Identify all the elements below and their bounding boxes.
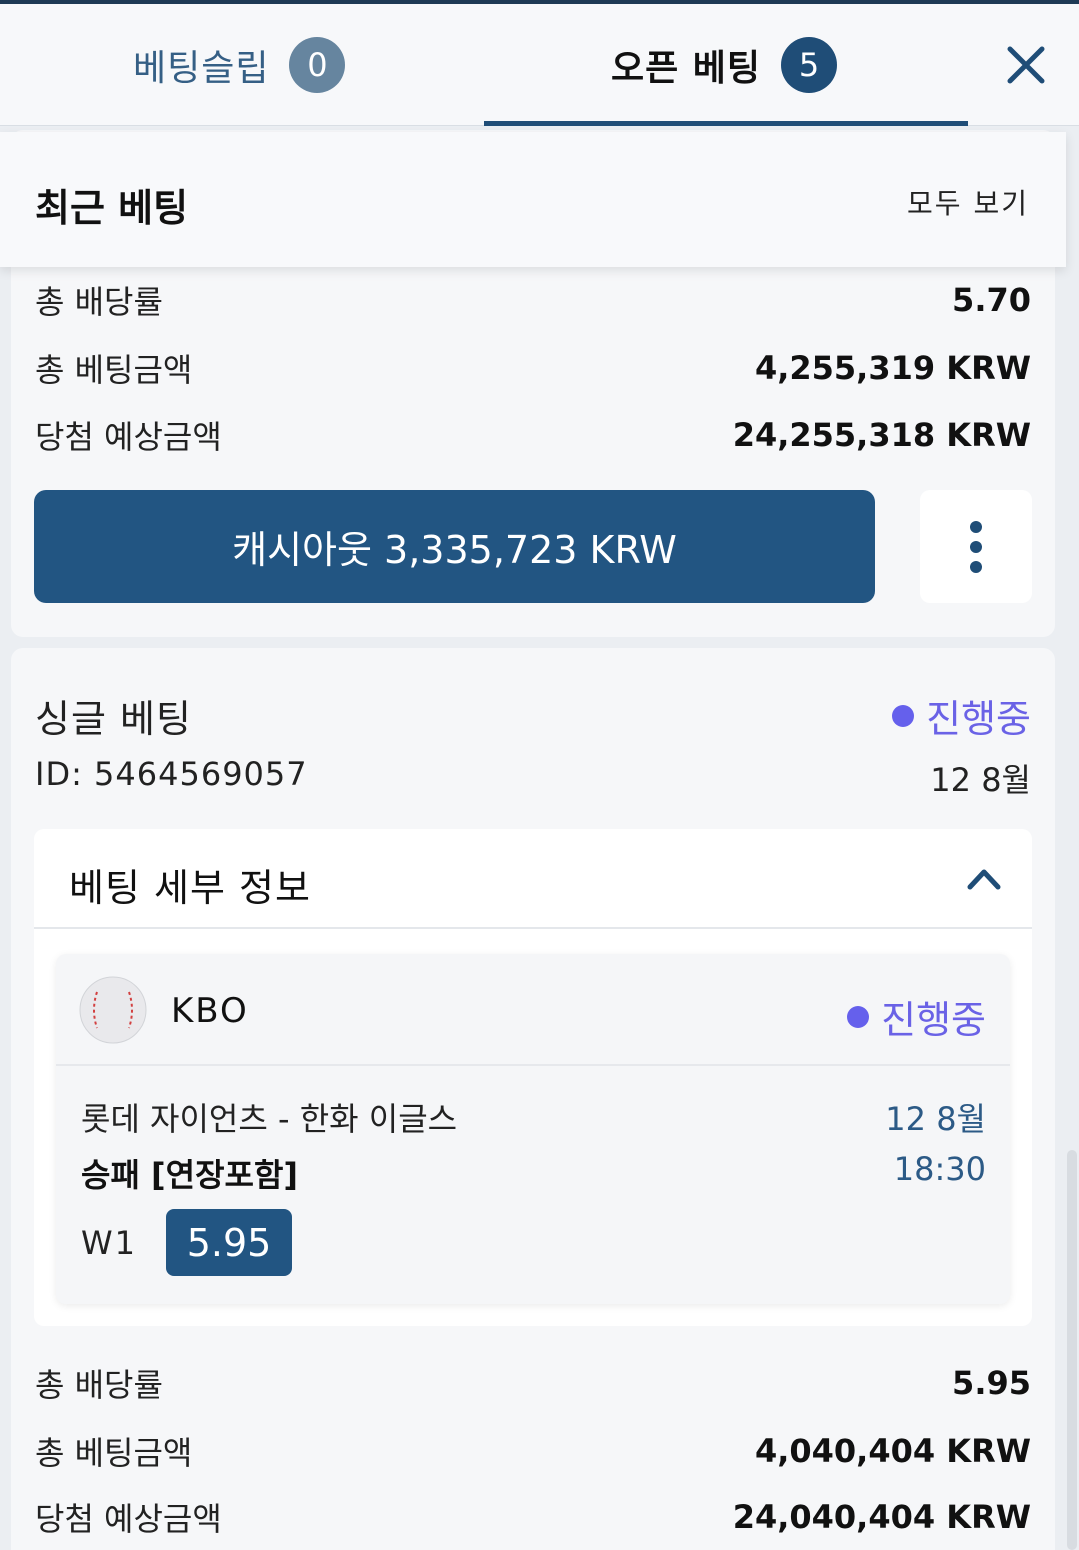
event-date: 12 8월 [885,1100,986,1138]
total-odds-value: 5.70 [952,281,1031,319]
baseball-icon [79,976,147,1044]
total-odds-label: 총 배당률 [35,1366,163,1404]
scrollbar[interactable] [1067,1150,1077,1550]
close-icon [1007,46,1045,84]
status-dot-icon [847,1005,870,1028]
tab-betslip-count: 0 [289,37,346,93]
close-button[interactable] [1005,44,1047,86]
bet2-total-odds-row: 총 배당률 5.95 [35,1358,1031,1408]
potential-win-label: 당첨 예상금액 [35,1500,222,1538]
tab-betslip[interactable]: 베팅슬립 0 [133,4,346,126]
chevron-up-icon [967,869,1001,890]
bet-type: 싱글 베팅 [35,697,192,741]
more-vertical-icon [970,520,982,533]
market-name: 승패 [연장포함] [81,1156,299,1194]
bet2-stake-row: 총 베팅금액 4,040,404 KRW [35,1426,1031,1476]
bet-details-title: 베팅 세부 정보 [69,866,311,910]
potential-win-value: 24,040,404 KRW [732,1498,1031,1536]
recent-bets-title: 최근 베팅 [35,186,189,230]
more-options-button[interactable] [920,490,1032,603]
bet2-potential-row: 당첨 예상금액 24,040,404 KRW [35,1492,1031,1542]
stake-label: 총 베팅금액 [35,1434,193,1472]
tab-open-bets-label: 오픈 베팅 [611,48,762,89]
bet-date: 12 8월 [930,761,1031,799]
potential-win-label: 당첨 예상금액 [35,418,222,456]
total-odds-label: 총 배당률 [35,283,163,321]
potential-win-value: 24,255,318 KRW [732,416,1031,454]
bet-id: ID: 5464569057 [35,755,308,793]
event-header: KBO 진행중 [56,954,1010,1066]
event-time: 18:30 [893,1150,986,1188]
view-all-link[interactable]: 모두 보기 [907,182,1029,222]
active-tab-indicator [484,121,968,126]
stake-value: 4,040,404 KRW [754,1432,1031,1470]
tab-betslip-label: 베팅슬립 [133,48,270,89]
cashout-button[interactable]: 캐시아웃 3,335,723 KRW [34,490,875,603]
match-name: 롯데 자이언츠 - 한화 이글스 [81,1100,458,1138]
bet-status: 진행중 [892,688,1031,743]
bet1-stake-row: 총 베팅금액 4,255,319 KRW [35,343,1031,393]
event-card: KBO 진행중 롯데 자이언츠 - 한화 이글스 승패 [연장포함] 12 8월… [56,954,1010,1304]
bet-details-panel: 베팅 세부 정보 KBO 진행중 롯데 자이언츠 - 한화 이글스 승패 [연장… [34,829,1032,1326]
selection-pick: W1 [81,1224,137,1262]
recent-bets-header: 최근 베팅 모두 보기 [0,132,1066,267]
bet-details-toggle[interactable]: 베팅 세부 정보 [34,829,1032,929]
selection-odds: 5.95 [166,1209,292,1276]
league-name: KBO [171,991,249,1031]
event-status-label: 진행중 [881,998,986,1042]
tab-open-bets-count: 5 [781,37,838,93]
total-odds-value: 5.95 [952,1364,1031,1402]
bet-tabs: 베팅슬립 0 오픈 베팅 5 [0,4,1079,126]
bet-status-label: 진행중 [926,697,1031,741]
event-status: 진행중 [847,989,986,1044]
bet1-potential-row: 당첨 예상금액 24,255,318 KRW [35,410,1031,460]
status-dot-icon [892,704,915,727]
tab-open-bets[interactable]: 오픈 베팅 5 [611,4,838,126]
bet1-total-odds-row: 총 배당률 5.70 [35,275,1031,325]
stake-label: 총 베팅금액 [35,351,193,389]
stake-value: 4,255,319 KRW [754,349,1031,387]
